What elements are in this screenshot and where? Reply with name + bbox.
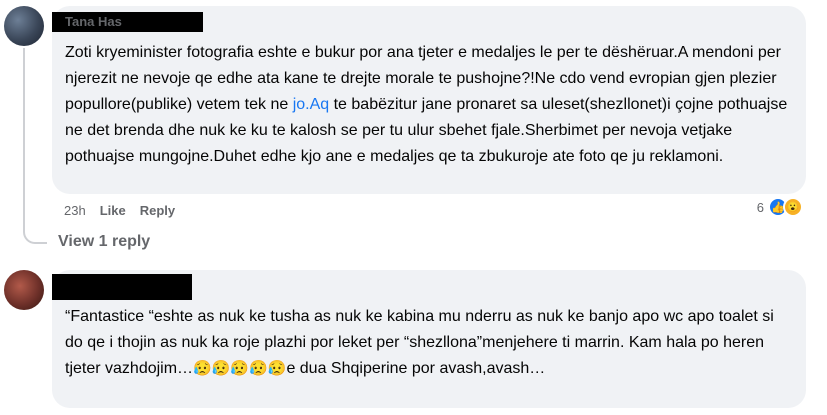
like-button[interactable]: Like bbox=[100, 203, 126, 218]
view-replies-link[interactable]: View 1 reply bbox=[58, 233, 150, 251]
comment-text: “Fantastice “eshte as nuk ke tusha as nu… bbox=[65, 304, 794, 382]
comment-author[interactable]: Tana Has bbox=[52, 12, 794, 32]
commenter-avatar[interactable] bbox=[4, 6, 44, 46]
reply-thread-line bbox=[23, 48, 47, 244]
commenter-avatar[interactable] bbox=[4, 270, 44, 310]
comment-text: Zoti kryeminister fotografia eshte e buk… bbox=[65, 40, 794, 170]
comment-bubble: “Fantastice “eshte as nuk ke tusha as nu… bbox=[52, 270, 806, 408]
comment-actions: 23h Like Reply bbox=[64, 200, 175, 220]
author-name[interactable]: Tana Has bbox=[65, 14, 122, 30]
wow-icon: 😮 bbox=[783, 197, 803, 217]
reaction-count: 6 bbox=[756, 199, 764, 215]
reply-button[interactable]: Reply bbox=[140, 203, 175, 218]
reaction-summary[interactable]: 6 👍 😮 bbox=[757, 197, 803, 217]
comment-link[interactable]: jo.Aq bbox=[293, 96, 329, 113]
comment-timestamp[interactable]: 23h bbox=[64, 203, 86, 218]
crying-face-emojis: 😥😥😥😥😥 bbox=[193, 360, 287, 377]
comment-author[interactable] bbox=[52, 274, 794, 300]
redaction-bar bbox=[52, 274, 192, 300]
comment-text-part: e dua Shqiperine por avash,avash… bbox=[286, 360, 546, 377]
comment-bubble: Tana Has Zoti kryeminister fotografia es… bbox=[52, 6, 806, 194]
